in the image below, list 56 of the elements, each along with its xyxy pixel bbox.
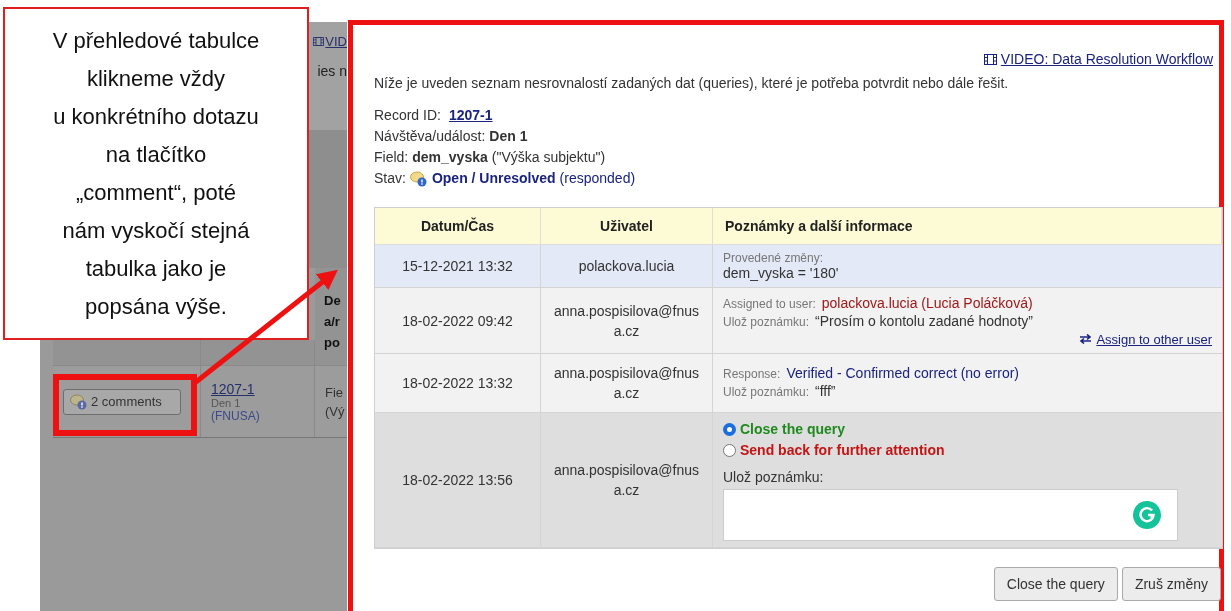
column-header: Uživatel (541, 208, 713, 245)
intro-text: Níže je uveden seznam nesrovnalostí zadaných dat (queries), které je potřeba potvrdit nebo dále řešit. (374, 74, 1010, 93)
film-icon (313, 37, 325, 46)
field-value: dem_vyska (412, 148, 488, 167)
radio-button[interactable] (723, 444, 736, 457)
status-value: Open / Unresolved (431, 169, 556, 188)
radio-option[interactable]: Send back for further attention (723, 440, 1212, 461)
column-header: Datum/Čas (375, 208, 541, 245)
record-link[interactable]: 1207-1 (448, 105, 493, 126)
comment-alert-icon (70, 393, 88, 410)
field-note: ("Výška subjektu") (491, 148, 606, 167)
response-value: Verified - Confirmed correct (no error) (786, 365, 1019, 382)
action-button[interactable]: Close the query (993, 567, 1118, 601)
date-cell-text: 18-02-2022 09:42 (402, 311, 513, 331)
note-text: “fff” (815, 383, 836, 400)
video-link[interactable]: VIDEO: Data Resolution Workflow (983, 51, 1213, 67)
action-button[interactable]: Zruš změny (1121, 567, 1221, 601)
field-text: Fie (Vý (325, 383, 346, 421)
column-header: Poznámky a další informace (713, 208, 1222, 245)
change-value: dem_vyska = '180' (723, 265, 840, 281)
swap-arrows-icon (1079, 334, 1093, 344)
assigned-label: Assigned to user: (723, 295, 816, 313)
event-label: Návštěva/událost: (374, 127, 486, 146)
user-cell-text: anna.pospisilova@fnusa.cz (553, 364, 700, 403)
date-cell-text: 18-02-2022 13:56 (402, 471, 513, 490)
video-link[interactable]: VID (313, 34, 347, 49)
changes-caption: Provedené změny: (723, 251, 825, 265)
radio-button[interactable] (723, 423, 736, 436)
comment-alert-icon (409, 170, 428, 187)
note-label: Ulož poznámku: (723, 384, 810, 401)
date-cell-text: 15-12-2021 13:32 (402, 257, 513, 276)
note-text: “Prosím o kontolu zadané hodnoty” (815, 312, 1033, 330)
event-value: Den 1 (489, 127, 528, 146)
event-name: Den 1 (211, 396, 242, 409)
status-label: Stav: (374, 169, 406, 188)
user-cell-text: polackova.lucia (578, 257, 675, 276)
note-input-field[interactable] (723, 489, 1178, 541)
column-heading: De a/r po (324, 292, 341, 352)
user-cell-text: anna.pospisilova@fnusa.cz (553, 301, 700, 341)
date-cell-text: 18-02-2022 13:32 (402, 374, 513, 393)
note-label: Ulož poznámku: (723, 469, 825, 485)
group-name: (FNUSA) (211, 408, 261, 423)
comments-button[interactable]: 2 comments (63, 388, 181, 415)
user-cell-text: anna.pospisilova@fnusa.cz (553, 461, 700, 500)
field-label: Field: (374, 148, 409, 167)
status-note: (responded) (559, 169, 636, 188)
film-icon (983, 53, 997, 65)
response-label: Response: (723, 366, 781, 383)
record-label: Record ID: (374, 106, 441, 125)
callout-text: V přehledové tabulce klikneme vždy u konkrétního dotazu na tlačítko „comment“, poté nám vyskočí stejná tabulka jako je popsána výše. (52, 26, 260, 321)
grammar-assistant-icon[interactable] (1133, 501, 1161, 529)
assign-link[interactable]: Assign to other user (1079, 331, 1212, 347)
assigned-user: polackova.lucia (Lucia Poláčková) (821, 294, 1033, 312)
intro-text: ies n (317, 63, 347, 79)
note-label: Ulož poznámku: (723, 313, 810, 331)
record-link[interactable]: 1207-1 (211, 380, 314, 397)
